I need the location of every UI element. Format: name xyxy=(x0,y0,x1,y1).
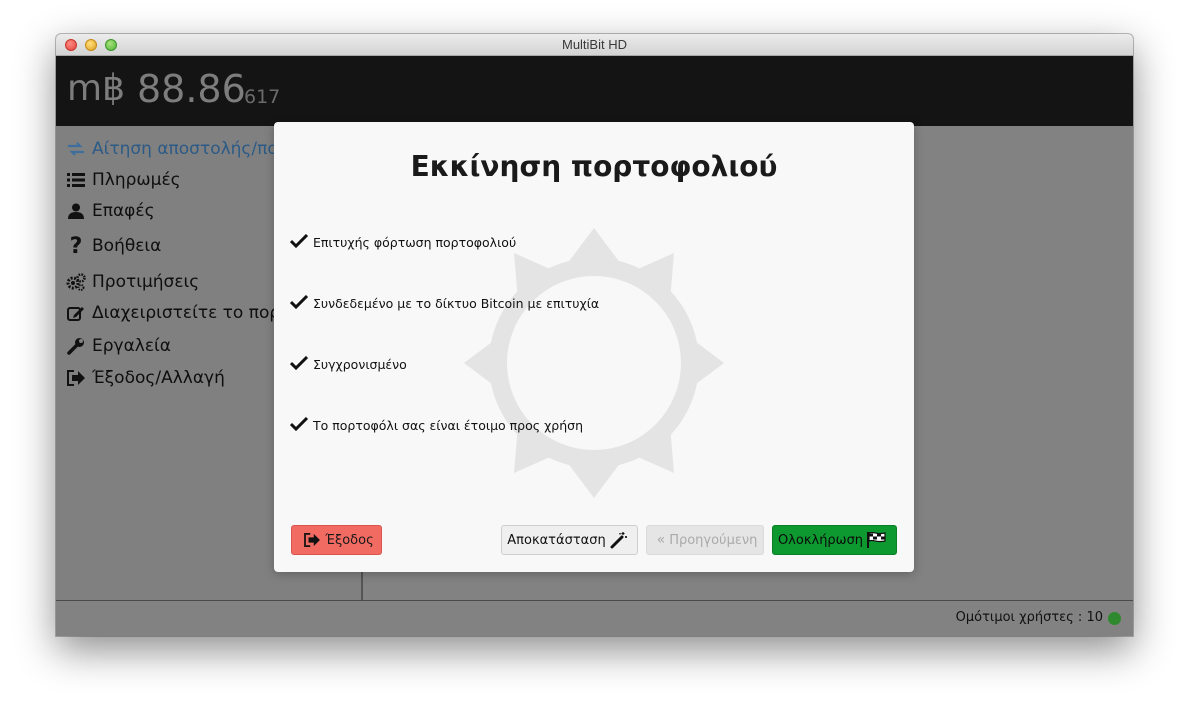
sign-out-icon xyxy=(66,368,86,388)
exit-button-label: Έξοδος xyxy=(325,532,374,548)
user-icon xyxy=(66,201,86,221)
status-item-label: Συνδεδεμένο με το δίκτυο Bitcoin με επιτ… xyxy=(313,295,600,311)
double-chevron-left-icon: « xyxy=(656,532,666,548)
question-icon: ? xyxy=(69,233,83,259)
exchange-icon xyxy=(66,139,86,159)
restore-button[interactable]: Αποκατάσταση xyxy=(501,525,638,555)
edit-icon xyxy=(66,303,86,323)
sidebar-item-exit-switch[interactable]: Έξοδος/Αλλαγή xyxy=(66,365,225,391)
checkered-flag-icon xyxy=(867,532,887,548)
peer-count-text: Ομότιμοι χρήστες : 10 xyxy=(955,610,1103,625)
dialog-title: Εκκίνηση πορτοφολιού xyxy=(410,150,778,183)
checkmark-icon xyxy=(290,234,308,250)
status-item-wallet-ready: Το πορτοφόλι σας είναι έτοιμο προς χρήση xyxy=(290,417,583,433)
sidebar-item-payments[interactable]: Πληρωμές xyxy=(66,167,181,193)
previous-button-label: Προηγούμενη xyxy=(669,532,758,548)
sidebar-item-label: Προτιμήσεις xyxy=(92,272,200,292)
checkmark-icon xyxy=(290,356,308,372)
finish-button[interactable]: Ολοκλήρωση xyxy=(772,525,897,555)
magic-wand-icon xyxy=(610,531,628,549)
previous-button[interactable]: « Προηγούμενη xyxy=(646,525,764,555)
window-title: MultiBit HD xyxy=(561,37,627,52)
bitcoin-symbol: m฿ xyxy=(67,68,125,109)
balance-header: m฿ 88.86 617 xyxy=(56,56,1133,126)
sidebar-item-help[interactable]: ? Βοήθεια xyxy=(66,233,162,259)
list-icon xyxy=(66,170,86,190)
status-item-wallet-loaded: Επιτυχής φόρτωση πορτοφολιού xyxy=(290,234,516,250)
network-status-indicator xyxy=(1108,612,1121,625)
status-item-synchronized: Συγχρονισμένο xyxy=(290,356,407,372)
wallet-startup-dialog: Εκκίνηση πορτοφολιού Επιτυχής φόρτωση πο… xyxy=(274,122,914,572)
restore-button-label: Αποκατάσταση xyxy=(507,532,606,548)
wrench-icon xyxy=(66,336,86,356)
finish-button-label: Ολοκλήρωση xyxy=(777,532,864,548)
sidebar-item-contacts[interactable]: Επαφές xyxy=(66,198,155,224)
exit-button[interactable]: Έξοδος xyxy=(291,525,382,555)
sidebar-item-label: Βοήθεια xyxy=(92,236,162,256)
sidebar-item-label: Έξοδος/Αλλαγή xyxy=(92,368,225,388)
status-item-label: Επιτυχής φόρτωση πορτοφολιού xyxy=(313,234,517,250)
status-bar: Ομότιμοι χρήστες : 10 xyxy=(56,600,1133,636)
sidebar-item-preferences[interactable]: Προτιμήσεις xyxy=(66,269,199,295)
sidebar-item-label: Διαχειριστείτε το πορτ xyxy=(92,303,291,323)
title-bar: MultiBit HD xyxy=(56,34,1133,56)
sign-out-icon xyxy=(303,533,321,547)
status-item-label: Συγχρονισμένο xyxy=(313,356,407,372)
sidebar-item-label: Εργαλεία xyxy=(92,336,172,356)
sidebar-item-label: Πληρωμές xyxy=(92,170,181,190)
checkmark-icon xyxy=(290,295,308,311)
sidebar-item-label: Αίτηση αποστολής/πο xyxy=(92,139,278,159)
sun-icon xyxy=(464,228,724,498)
status-item-label: Το πορτοφόλι σας είναι έτοιμο προς χρήση xyxy=(313,417,583,433)
sidebar-item-tools[interactable]: Εργαλεία xyxy=(66,333,171,359)
checkmark-icon xyxy=(290,417,308,433)
sidebar-item-send-request[interactable]: Αίτηση αποστολής/πο xyxy=(66,136,278,162)
balance-main-value: 88.86 xyxy=(137,67,246,111)
status-item-network-connected: Συνδεδεμένο με το δίκτυο Bitcoin με επιτ… xyxy=(290,295,599,311)
balance-small-digits: 617 xyxy=(244,86,281,108)
gears-icon xyxy=(66,272,86,292)
sidebar-item-manage-wallet[interactable]: Διαχειριστείτε το πορτ xyxy=(66,300,290,326)
sidebar-item-label: Επαφές xyxy=(92,201,155,221)
